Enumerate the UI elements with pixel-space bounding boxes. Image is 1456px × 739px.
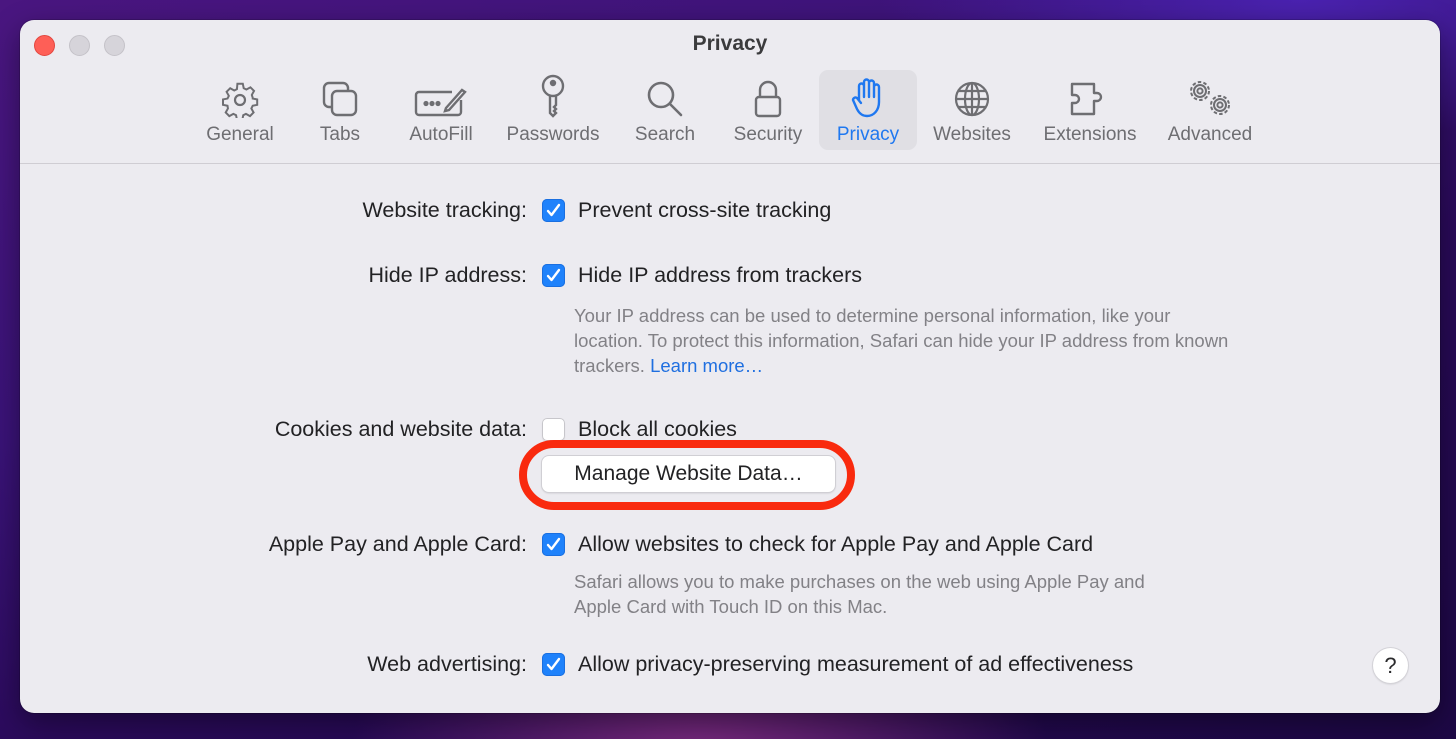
tab-tabs[interactable]: Tabs	[310, 70, 370, 150]
magnifier-icon	[646, 70, 684, 118]
window-title: Privacy	[692, 32, 768, 55]
tab-advanced[interactable]: Advanced	[1160, 70, 1260, 150]
web-advertising-option-label[interactable]: Allow privacy-preserving measurement of …	[578, 652, 1133, 677]
help-button[interactable]: ?	[1373, 648, 1408, 683]
checkmark-icon	[546, 203, 561, 217]
hide-ip-description: Your IP address can be used to determine…	[574, 303, 1234, 378]
web-advertising-label: Web advertising:	[367, 652, 527, 676]
web-advertising-checkbox[interactable]	[542, 653, 565, 676]
checkmark-icon	[546, 537, 561, 551]
checkmark-icon	[546, 268, 561, 282]
tab-label: Security	[733, 124, 803, 145]
tab-label: Privacy	[836, 124, 900, 145]
apple-pay-checkbox[interactable]	[542, 533, 565, 556]
tab-label: AutoFill	[409, 124, 473, 145]
tab-label: General	[206, 124, 274, 145]
checkmark-icon	[546, 657, 561, 671]
hide-ip-label: Hide IP address:	[368, 263, 527, 287]
tab-passwords[interactable]: Passwords	[500, 70, 606, 150]
tabs-icon	[321, 70, 359, 118]
key-icon	[538, 70, 568, 118]
block-all-cookies-label[interactable]: Block all cookies	[578, 417, 737, 442]
prevent-cross-site-tracking-label[interactable]: Prevent cross-site tracking	[578, 198, 831, 223]
prevent-cross-site-tracking-checkbox[interactable]	[542, 199, 565, 222]
apple-pay-option-label[interactable]: Allow websites to check for Apple Pay an…	[578, 532, 1093, 557]
preferences-toolbar: General Tabs AutoFill Passwords Search S…	[20, 70, 1440, 163]
tab-label: Extensions	[1043, 124, 1137, 145]
gear-icon	[221, 70, 259, 118]
cookies-label: Cookies and website data:	[274, 417, 527, 441]
gears-icon	[1185, 70, 1235, 118]
tab-websites[interactable]: Websites	[926, 70, 1018, 150]
hide-ip-option-label[interactable]: Hide IP address from trackers	[578, 263, 862, 288]
tab-label: Advanced	[1167, 124, 1253, 145]
tab-security[interactable]: Security	[724, 70, 812, 150]
puzzle-icon	[1068, 70, 1112, 118]
safari-preferences-window: Privacy General Tabs AutoFill Passwords …	[20, 20, 1440, 713]
block-all-cookies-checkbox[interactable]	[542, 418, 565, 441]
hand-icon	[851, 70, 885, 118]
tab-label: Websites	[933, 124, 1011, 145]
tab-extensions[interactable]: Extensions	[1036, 70, 1144, 150]
tab-label: Tabs	[319, 124, 361, 145]
tab-search[interactable]: Search	[628, 70, 702, 150]
learn-more-link[interactable]: Learn more…	[650, 355, 763, 376]
tab-privacy[interactable]: Privacy	[819, 70, 917, 150]
manage-website-data-button[interactable]: Manage Website Data…	[542, 456, 835, 492]
globe-icon	[953, 70, 991, 118]
apple-pay-label: Apple Pay and Apple Card:	[268, 532, 527, 556]
tab-label: Search	[634, 124, 696, 145]
apple-pay-description: Safari allows you to make purchases on t…	[574, 571, 1145, 617]
tab-autofill[interactable]: AutoFill	[398, 70, 484, 150]
lock-icon	[753, 70, 783, 118]
toolbar-divider	[20, 163, 1440, 164]
hide-ip-checkbox[interactable]	[542, 264, 565, 287]
autofill-icon	[414, 70, 468, 118]
website-tracking-label: Website tracking:	[362, 198, 527, 222]
tab-label: Passwords	[506, 124, 600, 145]
tab-general[interactable]: General	[198, 70, 282, 150]
